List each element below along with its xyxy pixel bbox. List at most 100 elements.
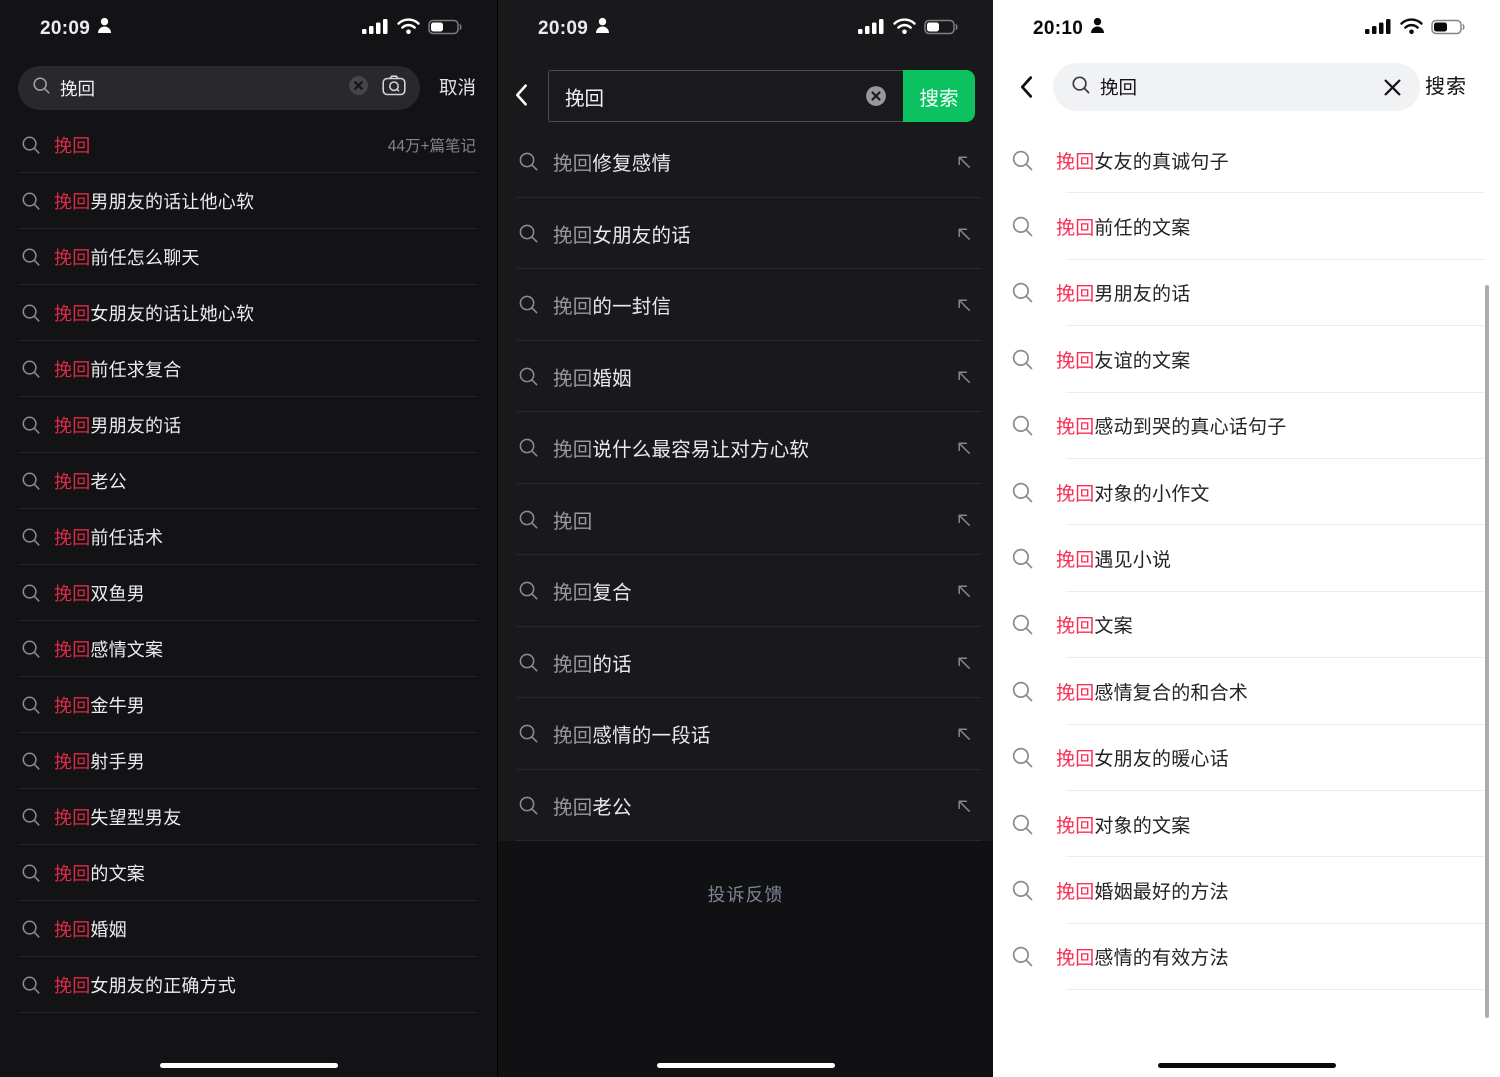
suggestion-row[interactable]: 挽回遇见小说: [993, 525, 1500, 591]
suggestion-row[interactable]: 挽回感情文案: [0, 621, 497, 677]
suggestion-text: 挽回修复感情: [553, 147, 671, 176]
search-suggestions-list: 挽回44万+篇笔记挽回男朋友的话让他心软挽回前任怎么聊天挽回女朋友的话让她心软挽…: [0, 117, 497, 1013]
highlighted-keyword: 挽回: [1056, 484, 1094, 505]
highlighted-keyword: 挽回: [553, 225, 592, 247]
feedback-link[interactable]: 投诉反馈: [498, 881, 993, 907]
clear-icon[interactable]: [865, 85, 887, 107]
search-query-text: 挽回: [60, 76, 95, 101]
suggestion-row[interactable]: 挽回对象的文案: [993, 791, 1500, 857]
suggestion-row[interactable]: 挽回前任的文案: [993, 193, 1500, 259]
search-button[interactable]: 搜索: [1425, 63, 1467, 111]
suggestion-row[interactable]: 挽回女友的真诚句子: [993, 127, 1500, 193]
suggestion-row[interactable]: 挽回的话: [498, 627, 993, 699]
suggestion-row[interactable]: 挽回修复感情: [498, 126, 993, 198]
image-search-camera-icon[interactable]: [382, 75, 406, 101]
suggestion-row[interactable]: 挽回: [498, 484, 993, 556]
search-icon: [21, 303, 41, 323]
suggestion-row[interactable]: 挽回男朋友的话: [0, 397, 497, 453]
suggestion-text: 挽回婚姻: [54, 916, 127, 942]
suggestion-row[interactable]: 挽回感情复合的和合术: [993, 658, 1500, 724]
suggestion-row[interactable]: 挽回感动到哭的真心话句子: [993, 393, 1500, 459]
highlighted-keyword: 挽回: [54, 472, 90, 492]
search-icon: [1011, 879, 1034, 902]
suggestion-text: 挽回失望型男友: [54, 804, 181, 830]
scrollbar[interactable]: [1485, 285, 1489, 1018]
suggestion-row[interactable]: 挽回婚姻: [0, 901, 497, 957]
clear-icon[interactable]: [348, 75, 369, 101]
home-indicator[interactable]: [1158, 1063, 1336, 1068]
suggestion-row[interactable]: 挽回复合: [498, 555, 993, 627]
highlighted-keyword: 挽回: [54, 528, 90, 548]
insert-arrow-icon[interactable]: [954, 510, 973, 529]
highlighted-keyword: 挽回: [1056, 550, 1094, 571]
clear-icon[interactable]: [1383, 78, 1402, 97]
search-input[interactable]: 挽回: [548, 70, 903, 122]
back-icon[interactable]: [514, 82, 528, 113]
suggestion-text: 挽回女友的真诚句子: [1056, 147, 1229, 174]
highlighted-keyword: 挽回: [1056, 616, 1094, 637]
suggestion-row[interactable]: 挽回感情的一段话: [498, 698, 993, 770]
search-input[interactable]: 挽回: [18, 66, 420, 110]
search-icon: [1011, 680, 1034, 703]
search-icon: [1011, 813, 1034, 836]
suggestion-text: 挽回的话: [553, 648, 632, 677]
search-icon: [21, 751, 41, 771]
insert-arrow-icon[interactable]: [954, 438, 973, 457]
suggestion-row[interactable]: 挽回老公: [0, 453, 497, 509]
highlighted-keyword: 挽回: [1056, 284, 1094, 305]
insert-arrow-icon[interactable]: [954, 581, 973, 600]
home-indicator[interactable]: [160, 1063, 338, 1068]
suggestion-row[interactable]: 挽回女朋友的暖心话: [993, 725, 1500, 791]
suggestion-row[interactable]: 挽回前任话术: [0, 509, 497, 565]
cancel-button[interactable]: 取消: [439, 66, 476, 110]
suggestion-row[interactable]: 挽回说什么最容易让对方心软: [498, 412, 993, 484]
suggestion-row[interactable]: 挽回44万+篇笔记: [0, 117, 497, 173]
search-input[interactable]: 挽回: [1053, 63, 1420, 111]
suggestion-row[interactable]: 挽回前任求复合: [0, 341, 497, 397]
suggestion-row[interactable]: 挽回的一封信: [498, 269, 993, 341]
suggestion-row[interactable]: 挽回文案: [993, 592, 1500, 658]
panel-right: 20:10 挽回 搜索 挽回女友的真诚句子挽回前任的文案挽回男朋友的话挽回友谊的…: [993, 0, 1500, 1077]
insert-arrow-icon[interactable]: [954, 724, 973, 743]
search-icon: [21, 191, 41, 211]
highlighted-keyword: 挽回: [1056, 417, 1094, 438]
suggestion-row[interactable]: 挽回双鱼男: [0, 565, 497, 621]
suggestion-row[interactable]: 挽回友谊的文案: [993, 326, 1500, 392]
insert-arrow-icon[interactable]: [954, 367, 973, 386]
highlighted-keyword: 挽回: [54, 752, 90, 772]
search-icon: [1011, 348, 1034, 371]
suggestion-row[interactable]: 挽回男朋友的话让他心软: [0, 173, 497, 229]
search-button[interactable]: 搜索: [903, 70, 975, 122]
insert-arrow-icon[interactable]: [954, 295, 973, 314]
insert-arrow-icon[interactable]: [954, 224, 973, 243]
battery-icon: [428, 19, 463, 40]
suggestion-row[interactable]: 挽回女朋友的话: [498, 198, 993, 270]
suggestion-text: 挽回女朋友的话让她心软: [54, 300, 254, 326]
suggestion-row[interactable]: 挽回感情的有效方法: [993, 924, 1500, 990]
back-icon[interactable]: [1019, 74, 1033, 105]
insert-arrow-icon[interactable]: [954, 653, 973, 672]
suggestion-row[interactable]: 挽回金牛男: [0, 677, 497, 733]
suggestion-text: 挽回女朋友的话: [553, 219, 691, 248]
suggestion-row[interactable]: 挽回男朋友的话: [993, 260, 1500, 326]
search-icon: [21, 975, 41, 995]
home-indicator[interactable]: [657, 1063, 835, 1068]
search-icon: [518, 509, 539, 530]
suggestion-row[interactable]: 挽回失望型男友: [0, 789, 497, 845]
suggestion-row[interactable]: 挽回女朋友的正确方式: [0, 957, 497, 1013]
suggestion-row[interactable]: 挽回老公: [498, 770, 993, 842]
suggestion-row[interactable]: 挽回女朋友的话让她心软: [0, 285, 497, 341]
highlighted-keyword: 挽回: [553, 296, 592, 318]
insert-arrow-icon[interactable]: [954, 152, 973, 171]
suggestion-row[interactable]: 挽回前任怎么聊天: [0, 229, 497, 285]
battery-icon: [1431, 19, 1466, 40]
suggestion-row[interactable]: 挽回婚姻最好的方法: [993, 857, 1500, 923]
insert-arrow-icon[interactable]: [954, 796, 973, 815]
suggestion-text: 挽回射手男: [54, 748, 145, 774]
search-query-text: 挽回: [565, 82, 604, 111]
suggestion-row[interactable]: 挽回的文案: [0, 845, 497, 901]
suggestion-row[interactable]: 挽回射手男: [0, 733, 497, 789]
suggestion-text: 挽回感动到哭的真心话句子: [1056, 412, 1286, 439]
suggestion-row[interactable]: 挽回对象的小作文: [993, 459, 1500, 525]
suggestion-row[interactable]: 挽回婚姻: [498, 341, 993, 413]
